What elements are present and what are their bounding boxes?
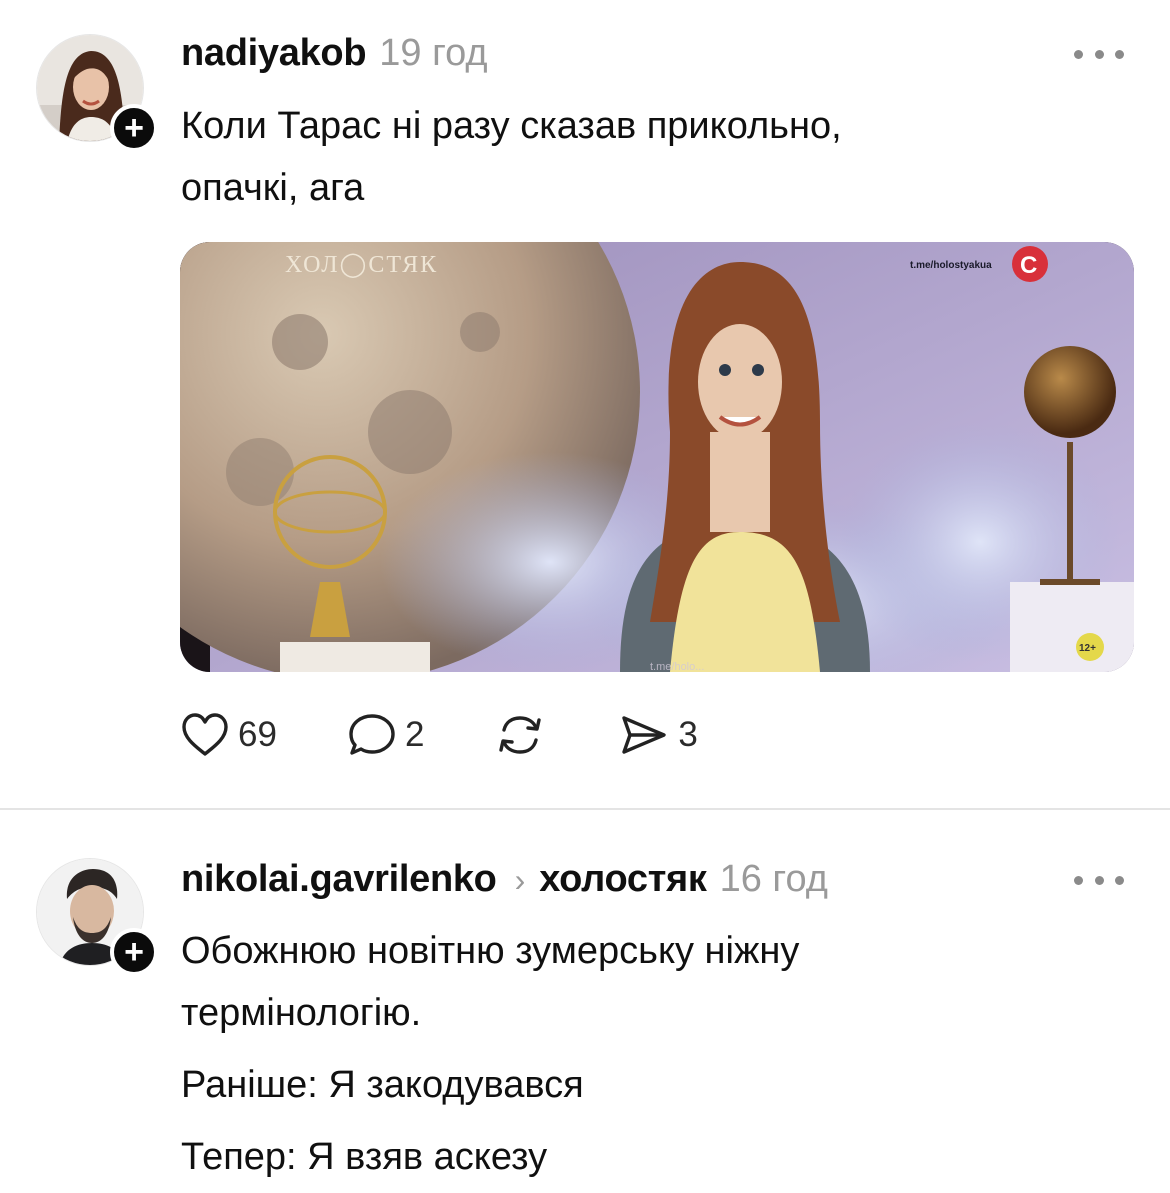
age-rating: 12+: [1079, 643, 1096, 654]
avatar[interactable]: +: [36, 34, 158, 152]
post-text-line: Обожнюю новітню зумерську ніжну: [181, 930, 800, 972]
comment-count: 2: [404, 715, 425, 754]
post-text-line: Раніше: Я закодувався: [181, 1064, 584, 1106]
heart-icon: [182, 713, 228, 756]
more-options-icon[interactable]: [1074, 44, 1124, 64]
community-name[interactable]: холостяк: [539, 858, 707, 901]
share-button[interactable]: 3: [618, 712, 698, 758]
post-text: Коли Тарас ні разу сказав прикольно, опа…: [181, 95, 1081, 219]
post-text-line: Коли Тарас ні разу сказав прикольно,: [181, 105, 842, 147]
post-time: 16 год: [719, 858, 828, 900]
username[interactable]: nikolai.gavrilenko: [181, 858, 497, 901]
show-logo: ХОЛ◯СТЯК: [285, 252, 438, 278]
follow-plus-icon[interactable]: +: [110, 104, 158, 152]
post-image[interactable]: ХОЛ◯СТЯК t.me/holostyakua C 12+ t.me/hol…: [180, 242, 1134, 672]
post-header: nadiyakob 19 год: [181, 32, 488, 75]
thread-post: + nadiyakob 19 год Коли Тарас ні разу ск…: [0, 0, 1170, 808]
like-count: 69: [238, 715, 277, 754]
post-actions: 69 2 3: [180, 712, 698, 758]
post-text-line: термінологію.: [181, 992, 422, 1034]
repost-button[interactable]: [492, 712, 548, 758]
repost-icon: [499, 716, 542, 754]
share-count: 3: [678, 715, 698, 754]
more-options-icon[interactable]: [1074, 870, 1124, 890]
thread-post: + nikolai.gavrilenko › холостяк 16 год О…: [0, 810, 1170, 1193]
comment-icon: [349, 714, 395, 755]
watermark-text: t.me/holo...: [650, 661, 704, 672]
post-text-line: Тепер: Я взяв аскезу: [181, 1136, 548, 1178]
svg-text:C: C: [1020, 252, 1037, 279]
post-text-line: опачкі, ага: [181, 167, 365, 209]
channel-link: t.me/holostyakua: [910, 260, 992, 271]
post-text: Обожнюю новітню зумерську ніжну термінол…: [181, 920, 1081, 1188]
follow-plus-icon[interactable]: +: [110, 928, 158, 976]
comment-button[interactable]: 2: [347, 712, 424, 758]
username[interactable]: nadiyakob: [181, 32, 367, 75]
avatar[interactable]: +: [36, 858, 158, 976]
post-time: 19 год: [379, 32, 488, 74]
send-icon: [622, 716, 667, 754]
chevron-right-icon: ›: [514, 862, 526, 898]
like-button[interactable]: 69: [180, 712, 277, 758]
post-header: nikolai.gavrilenko › холостяк 16 год: [181, 858, 828, 901]
